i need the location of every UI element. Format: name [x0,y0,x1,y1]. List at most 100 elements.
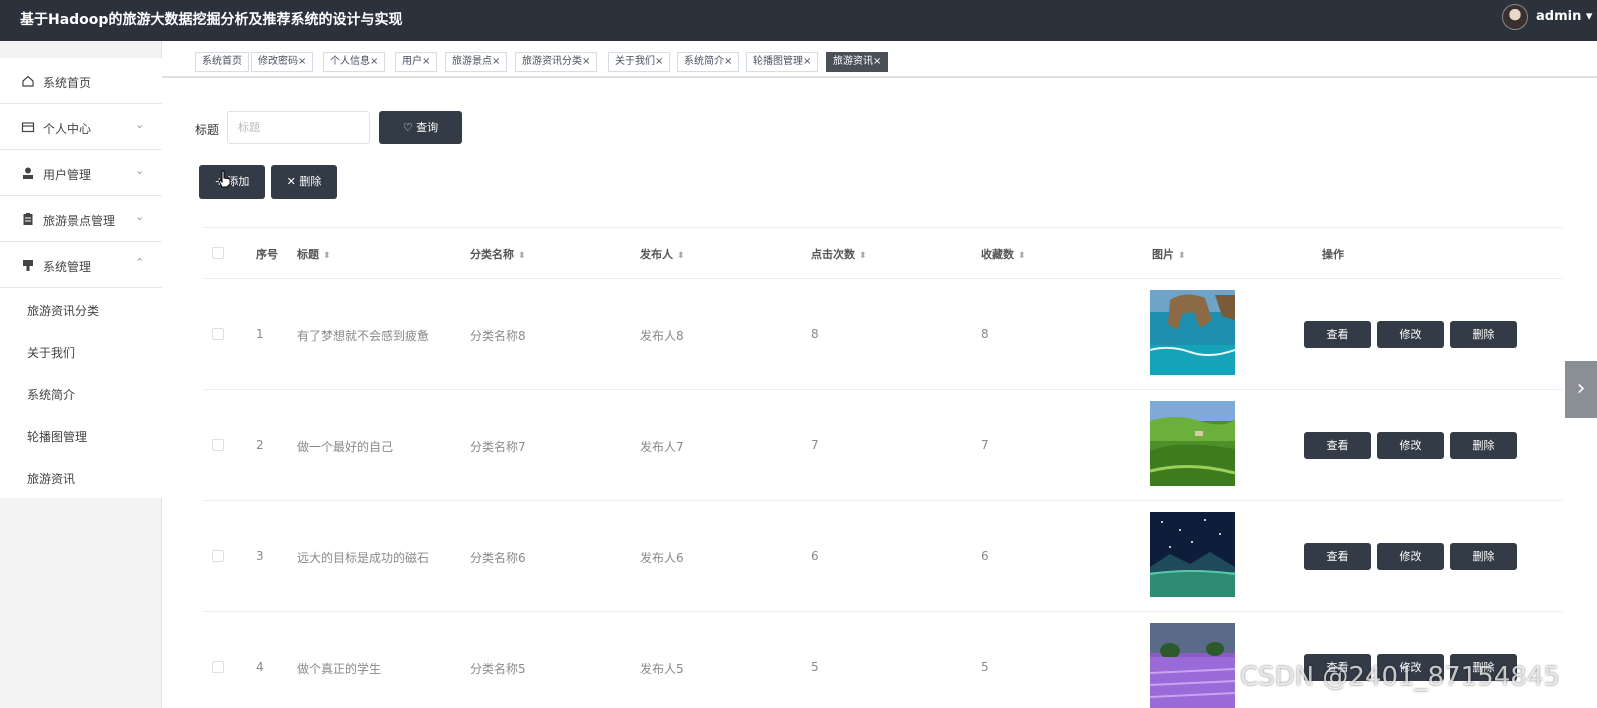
edit-button[interactable]: 修改 [1377,432,1444,459]
chevron-down-icon: ⌄ [135,164,145,177]
view-button[interactable]: 查看 [1304,321,1371,348]
sidebar-subitem-news-category[interactable]: 旅游资讯分类 [0,288,162,330]
column-header-category[interactable]: 分类名称 ⬍ [470,246,526,262]
sidebar-item-label: 系统首页 [43,76,92,90]
close-icon[interactable]: × [298,56,306,67]
sort-icon: ⬍ [677,251,685,261]
cell-index: 2 [256,438,264,452]
tab-label: 系统首页 [202,56,242,67]
cell-favorites: 5 [981,660,989,674]
view-button[interactable]: 查看 [1304,543,1371,570]
delete-row-button[interactable]: 删除 [1450,432,1517,459]
column-header-index: 序号 [256,248,278,261]
cell-clicks: 6 [811,549,819,563]
tab-home[interactable]: 系统首页 [195,52,249,72]
column-header-title[interactable]: 标题 ⬍ [297,246,331,262]
chevron-right-icon[interactable]: › [1565,361,1597,418]
row-checkbox[interactable] [212,439,224,451]
tab-profile[interactable]: 个人信息× [323,52,386,72]
sidebar-subitem-label: 系统简介 [27,388,76,402]
table-row: 4 做个真正的学生 分类名称5 发布人5 5 5 查看 修改 删除 [204,612,1563,708]
system-submenu: 旅游资讯分类 关于我们 系统简介 轮播图管理 旅游资讯 [0,288,162,498]
query-button[interactable]: ♡ 查询 [379,111,462,144]
tab-label: 关于我们 [615,56,655,67]
tab-about[interactable]: 关于我们× [608,52,671,72]
cell-category: 分类名称5 [470,662,526,676]
sidebar-item-users[interactable]: 用户管理 ⌄ [0,150,162,196]
tab-carousel[interactable]: 轮播图管理× [746,52,819,72]
tab-users[interactable]: 用户× [395,52,438,72]
tab-label: 系统简介 [684,56,724,67]
sidebar-subitem-label: 旅游资讯 [27,472,76,486]
tab-label: 轮播图管理 [753,56,803,67]
sidebar-item-home[interactable]: 系统首页 [0,58,162,104]
delete-row-button[interactable]: 删除 [1450,543,1517,570]
add-button[interactable]: + 添加 [199,165,265,199]
sidebar-item-label: 用户管理 [43,168,92,182]
chevron-down-icon: ⌄ [135,118,145,131]
cell-index: 4 [256,660,264,674]
tab-label: 旅游资讯分类 [522,56,582,67]
search-label: 标题 [195,123,220,137]
row-checkbox[interactable] [212,328,224,340]
delete-row-button[interactable]: 删除 [1450,321,1517,348]
user-menu[interactable]: admin ▾ [1536,9,1592,24]
sidebar-subitem-news[interactable]: 旅游资讯 [0,456,162,498]
column-header-image[interactable]: 图片 ⬍ [1152,246,1186,262]
title-search-input[interactable] [227,111,370,144]
sidebar-item-personal[interactable]: 个人中心 ⌄ [0,104,162,150]
sidebar-subitem-about[interactable]: 关于我们 [0,330,162,372]
edit-button[interactable]: 修改 [1377,543,1444,570]
close-icon[interactable]: × [492,56,500,67]
sort-icon: ⬍ [859,251,867,261]
tab-label: 个人信息 [330,56,370,67]
sort-icon: ⬍ [1018,251,1026,261]
tab-change-password[interactable]: 修改密码× [251,52,314,72]
column-header-author[interactable]: 发布人 ⬍ [640,246,685,262]
sidebar-item-system[interactable]: 系统管理 ⌃ [0,242,162,288]
cell-clicks: 8 [811,327,819,341]
select-all-checkbox[interactable] [212,247,224,259]
edit-button[interactable]: 修改 [1377,321,1444,348]
tab-intro[interactable]: 系统简介× [677,52,740,72]
column-header-clicks[interactable]: 点击次数 ⬍ [811,246,867,262]
close-icon[interactable]: × [803,56,811,67]
cell-favorites: 7 [981,438,989,452]
close-icon[interactable]: × [724,56,732,67]
tab-news-category[interactable]: 旅游资讯分类× [515,52,598,72]
sidebar-subitem-intro[interactable]: 系统简介 [0,372,162,414]
close-icon[interactable]: × [370,56,378,67]
sidebar-subitem-label: 旅游资讯分类 [27,304,100,318]
column-header-favorites[interactable]: 收藏数 ⬍ [981,246,1026,262]
table-row: 1 有了梦想就不会感到疲惫 分类名称8 发布人8 8 8 查看 修改 删除 [204,279,1563,390]
cell-title: 有了梦想就不会感到疲惫 [297,329,430,343]
row-checkbox[interactable] [212,550,224,562]
avatar[interactable] [1502,4,1528,30]
news-image [1150,623,1235,708]
view-button[interactable]: 查看 [1304,432,1371,459]
cell-category: 分类名称8 [470,329,526,343]
close-icon[interactable]: × [655,56,663,67]
user-icon [21,166,35,180]
tab-news[interactable]: 旅游资讯× [826,52,889,72]
close-icon[interactable]: × [873,56,881,67]
chevron-down-icon: ⌄ [135,210,145,223]
cell-category: 分类名称6 [470,551,526,565]
tab-bar: 系统首页 修改密码× 个人信息× 用户× 旅游景点× 旅游资讯分类× 关于我们×… [162,41,1597,78]
sidebar-item-attractions[interactable]: 旅游景点管理 ⌄ [0,196,162,242]
sidebar: 系统首页 个人中心 ⌄ 用户管理 ⌄ 旅游景点管理 ⌄ 系统管理 ⌃ 旅游资讯分… [0,41,162,708]
watermark: CSDN @2401_87154845 [1240,662,1560,692]
close-icon[interactable]: × [582,56,590,67]
card-icon [21,120,35,134]
close-icon[interactable]: × [422,56,430,67]
row-checkbox[interactable] [212,661,224,673]
home-icon [21,74,35,88]
sort-icon: ⬍ [1178,251,1186,261]
delete-button[interactable]: ✕ 删除 [271,165,337,199]
tab-attractions[interactable]: 旅游景点× [445,52,508,72]
tab-label: 旅游景点 [452,56,492,67]
tab-label: 旅游资讯 [833,56,873,67]
cell-author: 发布人7 [640,440,684,454]
sidebar-subitem-carousel[interactable]: 轮播图管理 [0,414,162,456]
sort-icon: ⬍ [518,251,526,261]
